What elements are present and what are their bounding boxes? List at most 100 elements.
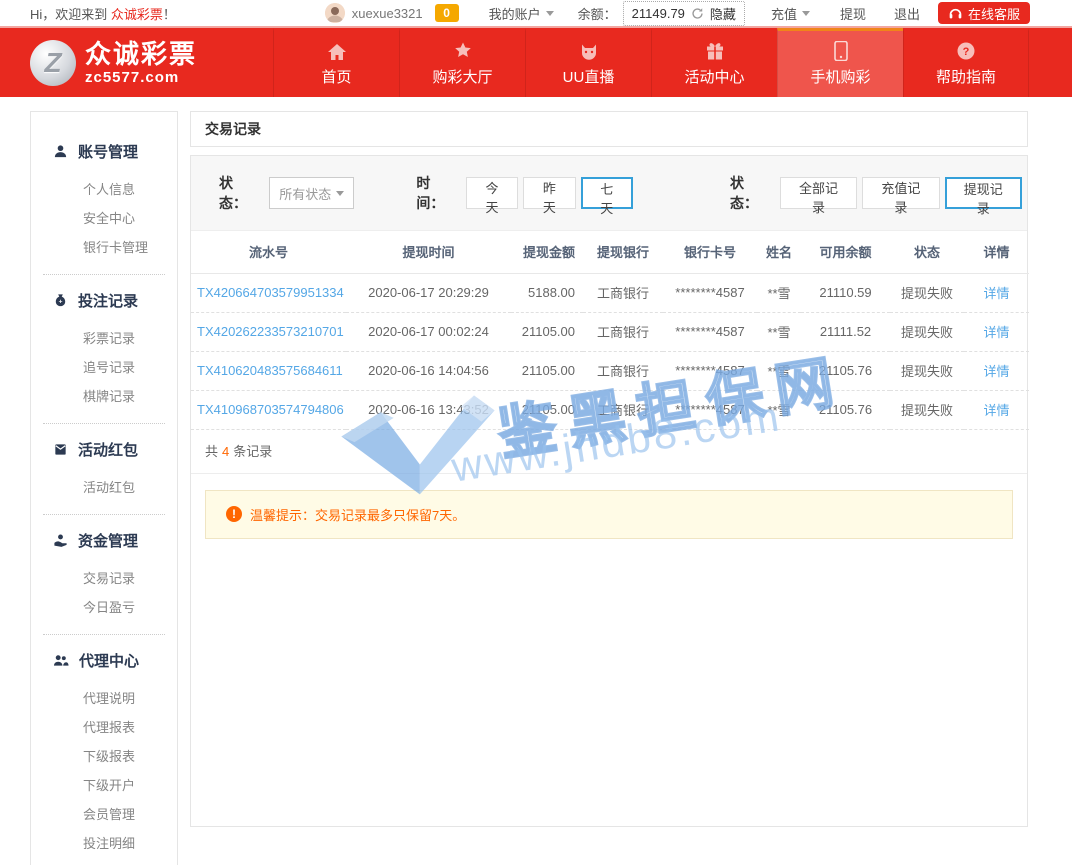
hide-balance-link[interactable]: 隐藏 [710,4,736,23]
username[interactable]: xuexue3321 [352,6,423,21]
divider [43,423,165,424]
recharge-menu[interactable]: 充值 [771,4,810,23]
notice-banner: 温馨提示：交易记录最多只保留7天。 [205,490,1013,539]
balance-label: 余额： [578,4,617,23]
record-count: 4 [222,444,229,459]
my-account-menu[interactable]: 我的账户 [489,4,554,23]
sidebar-item-bank-card[interactable]: 银行卡管理 [31,233,177,262]
sidebar: 账号管理 个人信息 安全中心 银行卡管理 + 投注记录 彩票记录 追号记录 棋牌… [30,111,178,865]
sidebar-item-betting-details[interactable]: 投注明细 [31,829,177,858]
time-filter-today-button[interactable]: 今天 [466,177,518,209]
flow-no-link[interactable]: TX420262233573210701 [197,324,344,339]
name-cell: **雪 [757,273,801,312]
sidebar-section-agent: 代理中心 代理说明 代理报表 下级报表 下级开户 会员管理 投注明细 交易明细 [31,645,177,865]
flow-no-link[interactable]: TX410968703574794806 [197,402,344,417]
sidebar-item-member-management[interactable]: 会员管理 [31,800,177,829]
message-count-badge[interactable]: 0 [435,4,459,22]
col-header-status: 状态 [890,231,964,273]
bank-card-cell: ********4587 [663,312,757,351]
sidebar-section-header-account[interactable]: 账号管理 [31,136,177,166]
details-link[interactable]: 详情 [983,286,1009,301]
sidebar-item-transaction-records[interactable]: 交易记录 [31,564,177,593]
withdraw-amount-cell: 21105.00 [511,312,583,351]
nav-label: 活动中心 [684,66,744,87]
section-title: 代理中心 [79,650,139,671]
headset-icon [948,6,963,20]
withdraw-time-cell: 2020-06-17 20:29:29 [346,273,511,312]
sidebar-item-activity-red-packet[interactable]: 活动红包 [31,473,177,502]
sidebar-item-agent-report[interactable]: 代理报表 [31,713,177,742]
flow-no-link[interactable]: TX410620483575684611 [197,363,343,378]
activity-gift-icon [705,41,725,61]
withdraw-amount-cell: 5188.00 [511,273,583,312]
details-link[interactable]: 详情 [983,325,1009,340]
sidebar-section-red-packet: 活动红包 活动红包 [31,434,177,502]
table-header-row: 流水号 提现时间 提现金额 提现银行 银行卡号 姓名 可用余额 状态 详情 [191,231,1029,273]
withdraw-amount-cell: 21105.00 [511,390,583,429]
sidebar-item-agent-description[interactable]: 代理说明 [31,684,177,713]
sidebar-section-header-red-packet[interactable]: 活动红包 [31,434,177,464]
filter-group-time: 时间： 今天 昨天 七天 [416,173,638,213]
sidebar-section-account: 账号管理 个人信息 安全中心 银行卡管理 [31,136,177,262]
section-title: 账号管理 [78,141,138,162]
section-title: 投注记录 [78,290,138,311]
type-filter-all-button[interactable]: 全部记录 [780,177,857,209]
brand-link[interactable]: 众诚彩票 [111,7,163,22]
name-cell: **雪 [757,390,801,429]
sidebar-item-chase-records[interactable]: 追号记录 [31,353,177,382]
logout-link[interactable]: 退出 [894,4,920,23]
time-filter-seven-days-button[interactable]: 七天 [581,177,633,209]
sidebar-section-header-agent[interactable]: 代理中心 [31,645,177,675]
nav-item-help-guide[interactable]: ? 帮助指南 [903,28,1029,97]
status-cell: 提现失败 [890,312,964,351]
greeting-suffix: ！ [163,7,176,22]
type-filter-withdraw-button[interactable]: 提现记录 [945,177,1022,209]
sidebar-section-header-betting[interactable]: + 投注记录 [31,285,177,315]
live-icon [579,41,599,61]
available-balance-cell: 21110.59 [801,273,890,312]
table-row: TX410620483575684611 2020-06-16 14:04:56… [191,351,1029,390]
col-header-withdraw-amount: 提现金额 [511,231,583,273]
site-logo[interactable]: Z 众诚彩票 zc5577.com [30,28,273,97]
alert-icon [226,506,242,522]
time-filter-yesterday-button[interactable]: 昨天 [523,177,575,209]
sidebar-item-lottery-records[interactable]: 彩票记录 [31,324,177,353]
refresh-icon[interactable] [691,7,704,20]
svg-text:?: ? [963,46,970,58]
withdraw-time-cell: 2020-06-16 14:04:56 [346,351,511,390]
records-table: 流水号 提现时间 提现金额 提现银行 银行卡号 姓名 可用余额 状态 详情 TX… [191,231,1029,430]
nav-item-activity-center[interactable]: 活动中心 [651,28,777,97]
nav-item-mobile-lottery[interactable]: 手机购彩 [777,28,903,97]
status-cell: 提现失败 [890,273,964,312]
flow-no-link[interactable]: TX420664703579951334 [197,285,344,300]
sidebar-item-subordinate-report[interactable]: 下级报表 [31,742,177,771]
sidebar-section-funds: 资金管理 交易记录 今日盈亏 [31,525,177,622]
home-icon [327,41,347,61]
nav-item-lottery-hall[interactable]: 购彩大厅 [399,28,525,97]
details-link[interactable]: 详情 [983,364,1009,379]
col-header-bank-card-no: 银行卡号 [663,231,757,273]
details-link[interactable]: 详情 [983,403,1009,418]
customer-service-button[interactable]: 在线客服 [938,2,1030,24]
chevron-down-icon [546,11,554,16]
sidebar-item-board-games-records[interactable]: 棋牌记录 [31,382,177,411]
sidebar-item-transaction-details[interactable]: 交易明细 [31,858,177,865]
nav-item-uu-live[interactable]: UU直播 [525,28,651,97]
name-cell: **雪 [757,312,801,351]
sidebar-section-header-funds[interactable]: 资金管理 [31,525,177,555]
sidebar-item-security-center[interactable]: 安全中心 [31,204,177,233]
bank-card-cell: ********4587 [663,273,757,312]
withdraw-link[interactable]: 提现 [840,4,866,23]
nav-label: 帮助指南 [936,66,996,87]
nav-item-home[interactable]: 首页 [273,28,399,97]
nav-label: 购彩大厅 [432,66,492,87]
lottery-hall-icon [453,41,473,61]
withdraw-bank-cell: 工商银行 [583,390,663,429]
avatar[interactable] [325,3,345,23]
type-filter-recharge-button[interactable]: 充值记录 [862,177,939,209]
sidebar-item-personal-info[interactable]: 个人信息 [31,175,177,204]
sidebar-item-today-profit-loss[interactable]: 今日盈亏 [31,593,177,622]
sidebar-item-subordinate-account[interactable]: 下级开户 [31,771,177,800]
status-dropdown-value: 所有状态 [279,184,331,203]
status-dropdown[interactable]: 所有状态 [269,177,354,209]
